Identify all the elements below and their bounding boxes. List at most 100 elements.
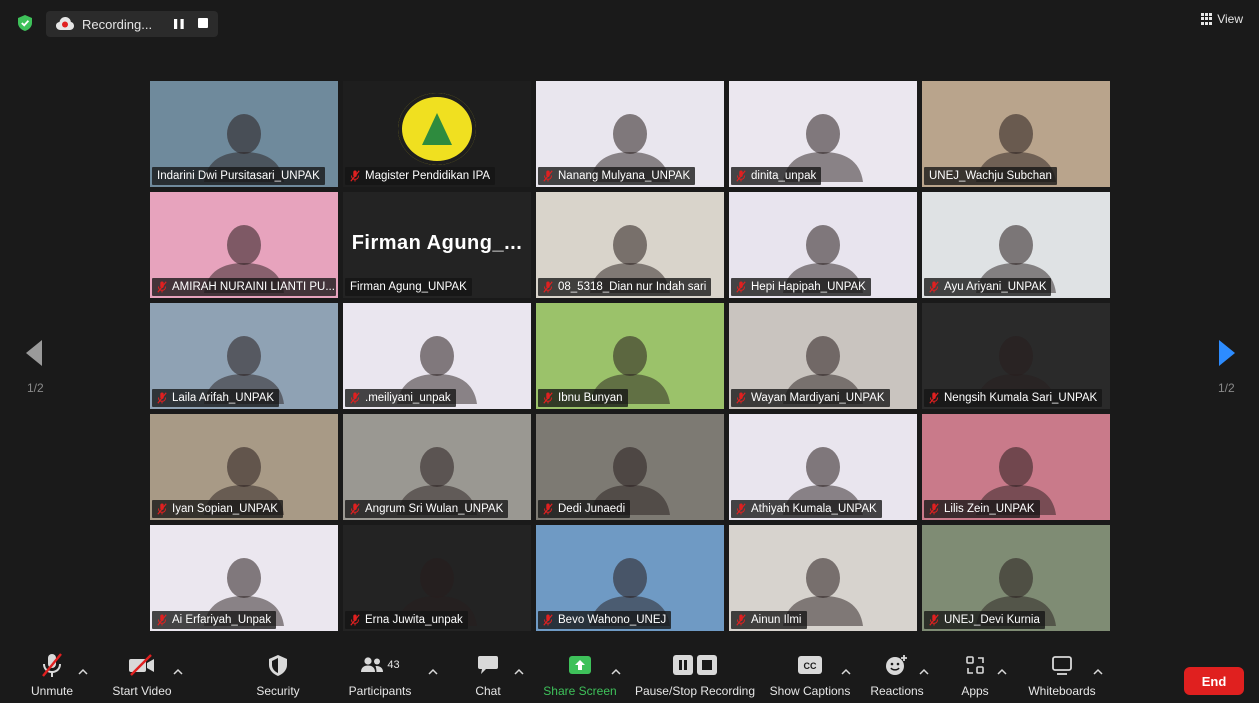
participant-name: UNEJ_Devi Kurnia (944, 614, 1040, 626)
pause-stop-icon (673, 655, 717, 675)
participant-tile[interactable]: Dedi Junaedi (536, 414, 724, 520)
participant-tile[interactable]: Hepi Hapipah_UNPAK (729, 192, 917, 298)
participant-name-plate: Nanang Mulyana_UNPAK (538, 167, 696, 185)
view-button[interactable]: View (1201, 12, 1243, 26)
participant-name-plate: Ainun Ilmi (731, 611, 807, 629)
participant-name-plate: Ai Erfariyah_Unpak (152, 611, 277, 629)
participant-tile[interactable]: UNEJ_Devi Kurnia (922, 525, 1110, 631)
previous-page-arrow-icon[interactable] (26, 340, 42, 366)
participant-tile[interactable]: UNEJ_Wachju Subchan (922, 81, 1110, 187)
participant-name: Ayu Ariyani_UNPAK (944, 281, 1047, 293)
stop-recording-icon[interactable] (198, 18, 208, 28)
page-indicator-left: 1/2 (27, 381, 44, 395)
muted-microphone-icon (350, 392, 360, 404)
view-label: View (1217, 12, 1243, 26)
apps-button[interactable]: Apps (958, 650, 992, 703)
security-shield-icon[interactable] (18, 15, 32, 31)
show-captions-button[interactable]: CC Show Captions (768, 650, 852, 703)
video-off-icon (129, 654, 154, 676)
participant-tile[interactable]: Erna Juwita_unpak (343, 525, 531, 631)
participant-tile[interactable]: Ibnu Bunyan (536, 303, 724, 409)
participant-tile[interactable]: Ainun Ilmi (729, 525, 917, 631)
muted-microphone-icon (543, 281, 553, 293)
muted-microphone-icon (543, 503, 553, 515)
participant-tile[interactable]: Laila Arifah_UNPAK (150, 303, 338, 409)
start-video-label: Start Video (112, 684, 172, 698)
start-video-button[interactable]: Start Video (110, 650, 174, 703)
participant-tile[interactable]: Bevo Wahono_UNEJ (536, 525, 724, 631)
participant-name-plate: Dedi Junaedi (538, 500, 631, 518)
chat-bubble-icon (478, 656, 498, 674)
participant-tile[interactable]: Ayu Ariyani_UNPAK (922, 192, 1110, 298)
end-meeting-button[interactable]: End (1184, 667, 1244, 695)
participant-name-plate: Bevo Wahono_UNEJ (538, 611, 672, 629)
muted-microphone-icon (929, 503, 939, 515)
unmute-button[interactable]: Unmute (30, 650, 74, 703)
next-page-arrow-icon[interactable] (1219, 340, 1235, 366)
captions-badge-text: CC (804, 661, 817, 671)
participant-name: AMIRAH NURAINI LIANTI PU... (172, 281, 335, 293)
participant-name-plate: Ibnu Bunyan (538, 389, 628, 407)
recording-label: Recording... (82, 16, 153, 32)
video-options-chevron-icon[interactable] (173, 668, 183, 676)
participant-tile[interactable]: AMIRAH NURAINI LIANTI PU... (150, 192, 338, 298)
participant-name: UNEJ_Wachju Subchan (929, 170, 1052, 182)
participant-name-plate: 08_5318_Dian nur Indah sari (538, 278, 712, 296)
participant-name-plate: dinita_unpak (731, 167, 822, 185)
pause-recording-icon[interactable] (173, 18, 185, 30)
participants-label: Participants (348, 684, 412, 698)
participant-tile[interactable]: Nengsih Kumala Sari_UNPAK (922, 303, 1110, 409)
security-button[interactable]: Security (255, 650, 301, 703)
chat-button[interactable]: Chat (474, 650, 502, 703)
participant-name-plate: .meiliyani_unpak (345, 389, 456, 407)
participant-name-plate: Laila Arifah_UNPAK (152, 389, 280, 407)
participant-name: Dedi Junaedi (558, 503, 626, 515)
share-screen-button[interactable]: Share Screen (543, 650, 617, 703)
muted-microphone-icon (736, 614, 746, 626)
participant-tile[interactable]: Wayan Mardiyani_UNPAK (729, 303, 917, 409)
whiteboard-icon (1052, 656, 1072, 675)
participant-name-plate: Erna Juwita_unpak (345, 611, 468, 629)
muted-microphone-icon (350, 503, 360, 515)
participant-tile[interactable]: .meiliyani_unpak (343, 303, 531, 409)
muted-microphone-icon (350, 170, 360, 182)
participant-tile[interactable]: Ai Erfariyah_Unpak (150, 525, 338, 631)
participant-name: dinita_unpak (751, 170, 817, 182)
muted-microphone-icon (543, 170, 553, 182)
muted-microphone-icon (157, 503, 167, 515)
cloud-recording-icon (56, 17, 74, 30)
chat-options-chevron-icon[interactable] (514, 668, 524, 676)
participant-tile[interactable]: Angrum Sri Wulan_UNPAK (343, 414, 531, 520)
participant-tile[interactable]: Iyan Sopian_UNPAK (150, 414, 338, 520)
participant-name: Nengsih Kumala Sari_UNPAK (944, 392, 1098, 404)
participant-tile[interactable]: Lilis Zein_UNPAK (922, 414, 1110, 520)
participant-tile[interactable]: dinita_unpak (729, 81, 917, 187)
share-options-chevron-icon[interactable] (611, 668, 621, 676)
share-screen-arrow-icon (569, 656, 591, 674)
participant-tile[interactable]: Nanang Mulyana_UNPAK (536, 81, 724, 187)
apps-options-chevron-icon[interactable] (997, 668, 1007, 676)
muted-microphone-icon (543, 614, 553, 626)
participant-name: Erna Juwita_unpak (365, 614, 463, 626)
participant-tile[interactable]: Indarini Dwi Pursitasari_UNPAK (150, 81, 338, 187)
participant-name: Firman Agung_UNPAK (350, 281, 467, 293)
participants-options-chevron-icon[interactable] (428, 668, 438, 676)
participants-button[interactable]: 43 Participants (346, 650, 414, 703)
whiteboards-button[interactable]: Whiteboards (1024, 650, 1100, 703)
audio-options-chevron-icon[interactable] (78, 668, 88, 676)
captions-cc-icon: CC (798, 656, 822, 674)
apps-icon (966, 656, 984, 674)
captions-options-chevron-icon[interactable] (841, 668, 851, 676)
apps-label: Apps (961, 684, 989, 698)
participant-tile[interactable]: Firman Agung_... Firman Agung_UNPAK (343, 192, 531, 298)
reactions-button[interactable]: Reactions (868, 650, 926, 703)
participant-name-plate: Athiyah Kumala_UNPAK (731, 500, 882, 518)
participant-tile[interactable]: 08_5318_Dian nur Indah sari (536, 192, 724, 298)
pause-stop-recording-button[interactable]: Pause/Stop Recording (634, 650, 756, 703)
participant-name: Bevo Wahono_UNEJ (558, 614, 667, 626)
whiteboards-options-chevron-icon[interactable] (1093, 668, 1103, 676)
reactions-options-chevron-icon[interactable] (919, 668, 929, 676)
participant-tile[interactable]: Athiyah Kumala_UNPAK (729, 414, 917, 520)
participant-tile[interactable]: Magister Pendidikan IPA (343, 81, 531, 187)
muted-microphone-icon (157, 281, 167, 293)
